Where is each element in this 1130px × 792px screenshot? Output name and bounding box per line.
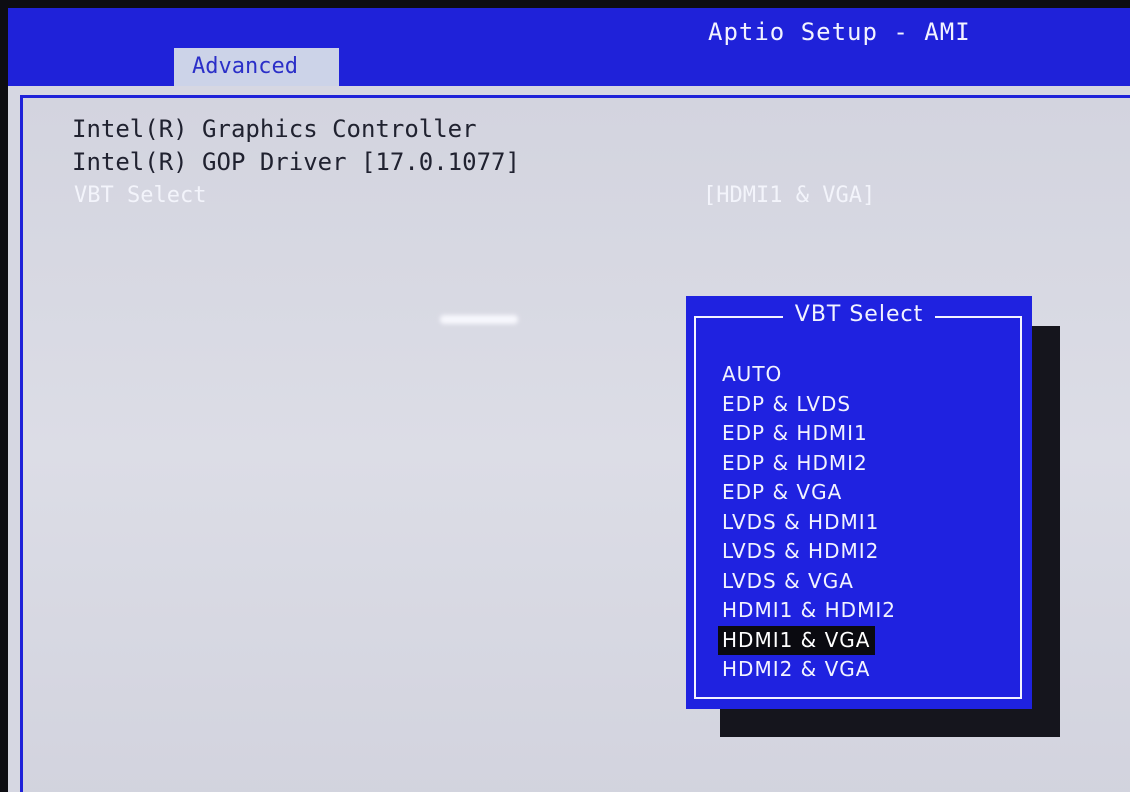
- popup-title-text: VBT Select: [782, 302, 936, 327]
- tab-advanced[interactable]: Advanced: [174, 48, 339, 86]
- vbt-select-setting[interactable]: VBT Select: [74, 183, 206, 208]
- bios-screen: Aptio Setup - AMI Advanced Intel(R) Grap…: [8, 8, 1130, 792]
- app-title: Aptio Setup - AMI: [708, 18, 971, 46]
- gop-driver-label: Intel(R) GOP Driver [17.0.1077]: [72, 148, 520, 176]
- option-hdmi1-vga[interactable]: HDMI1 & VGA: [718, 625, 875, 655]
- option-hdmi2-vga[interactable]: HDMI2 & VGA: [718, 655, 875, 685]
- header-bar: Aptio Setup - AMI Advanced: [8, 8, 1130, 86]
- option-lvds-vga[interactable]: LVDS & VGA: [718, 567, 858, 597]
- option-edp-hdmi2[interactable]: EDP & HDMI2: [718, 449, 872, 479]
- graphics-controller-label: Intel(R) Graphics Controller: [72, 115, 477, 143]
- vbt-select-value[interactable]: [HDMI1 & VGA]: [703, 183, 875, 208]
- option-edp-vga[interactable]: EDP & VGA: [718, 478, 846, 508]
- option-lvds-hdmi1[interactable]: LVDS & HDMI1: [718, 508, 883, 538]
- option-list: AUTO EDP & LVDS EDP & HDMI1 EDP & HDMI2 …: [718, 360, 900, 685]
- popup-frame: AUTO EDP & LVDS EDP & HDMI1 EDP & HDMI2 …: [694, 316, 1022, 699]
- option-auto[interactable]: AUTO: [718, 360, 786, 390]
- option-edp-lvds[interactable]: EDP & LVDS: [718, 390, 855, 420]
- vbt-select-popup: VBT Select AUTO EDP & LVDS EDP & HDMI1 E…: [686, 296, 1032, 709]
- option-hdmi1-hdmi2[interactable]: HDMI1 & HDMI2: [718, 596, 900, 626]
- option-edp-hdmi1[interactable]: EDP & HDMI1: [718, 419, 872, 449]
- popup-title: VBT Select: [686, 302, 1032, 327]
- screen-glare: [440, 315, 518, 324]
- option-lvds-hdmi2[interactable]: LVDS & HDMI2: [718, 537, 883, 567]
